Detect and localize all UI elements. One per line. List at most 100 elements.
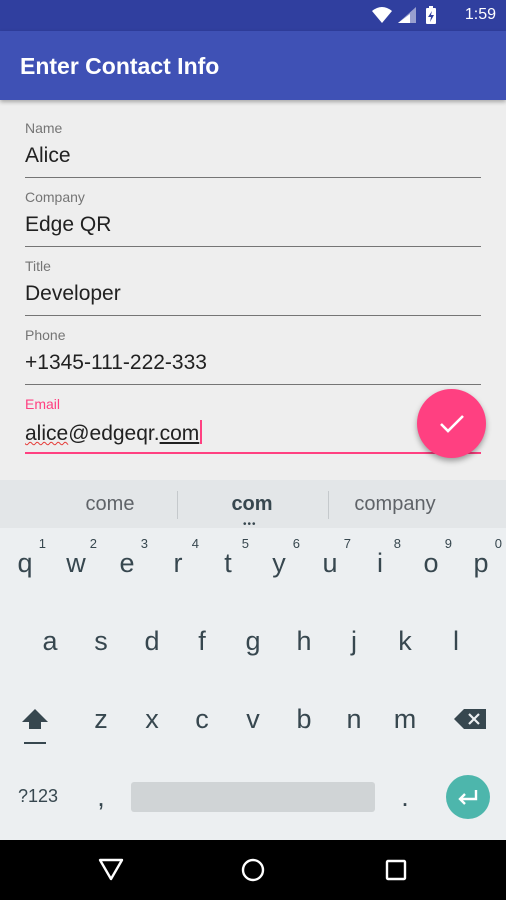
key-l[interactable]: l	[431, 606, 481, 676]
key-n[interactable]: n	[329, 684, 379, 754]
phone-field[interactable]: Phone +1345-111-222-333	[25, 327, 481, 396]
key-label: v	[246, 704, 260, 734]
key-z[interactable]: z	[76, 684, 126, 754]
name-underline	[25, 177, 481, 178]
symbols-key[interactable]: ?123	[13, 762, 63, 832]
key-label: f	[198, 626, 206, 656]
key-a[interactable]: a	[25, 606, 75, 676]
back-icon[interactable]	[96, 856, 126, 884]
key-u[interactable]: 7u	[305, 528, 355, 598]
suggestion-right[interactable]: company	[311, 480, 479, 528]
key-f[interactable]: f	[177, 606, 227, 676]
key-g[interactable]: g	[228, 606, 278, 676]
key-label: o	[423, 548, 439, 578]
email-underline	[25, 452, 481, 454]
key-label: i	[377, 548, 383, 578]
name-field[interactable]: Name Alice	[25, 120, 481, 189]
signal-icon	[398, 7, 416, 23]
email-label: Email	[25, 396, 61, 412]
key-s[interactable]: s	[76, 606, 126, 676]
email-composing-text: com	[159, 422, 200, 445]
page-title: Enter Contact Info	[20, 53, 220, 79]
space-key[interactable]	[131, 782, 375, 812]
key-o[interactable]: 9o	[406, 528, 456, 598]
key-m[interactable]: m	[380, 684, 430, 754]
name-input[interactable]: Alice	[25, 144, 71, 168]
backspace-key[interactable]	[446, 684, 496, 754]
enter-key[interactable]	[446, 775, 490, 819]
key-label: m	[393, 704, 417, 734]
suggestion-strip: come com ••• company	[0, 480, 506, 530]
title-field[interactable]: Title Developer	[25, 258, 481, 327]
key-q[interactable]: 1q	[0, 528, 50, 598]
key-label: l	[453, 626, 459, 656]
key-w[interactable]: 2w	[51, 528, 101, 598]
key-label: g	[245, 626, 261, 656]
key-label: r	[173, 548, 183, 578]
backspace-icon	[454, 709, 486, 729]
key-k[interactable]: k	[380, 606, 430, 676]
key-comma[interactable]: ,	[76, 762, 126, 832]
shift-icon	[22, 709, 48, 744]
status-icons	[372, 6, 436, 24]
status-time: 1:59	[464, 6, 496, 23]
key-t[interactable]: 5t	[203, 528, 253, 598]
key-label: u	[322, 548, 338, 578]
key-v[interactable]: v	[228, 684, 278, 754]
status-bar: 1:59	[0, 0, 506, 31]
phone-label: Phone	[25, 327, 66, 343]
key-j[interactable]: j	[329, 606, 379, 676]
company-underline	[25, 246, 481, 247]
app-bar: Enter Contact Info	[0, 31, 506, 100]
key-label: b	[296, 704, 312, 734]
key-label: q	[17, 548, 33, 578]
text-caret	[200, 420, 203, 444]
key-label: n	[346, 704, 362, 734]
save-fab-button[interactable]	[417, 389, 486, 458]
key-e[interactable]: 3e	[102, 528, 152, 598]
key-label: z	[94, 704, 108, 734]
key-c[interactable]: c	[177, 684, 227, 754]
key-label: w	[66, 548, 86, 578]
key-label: t	[224, 548, 232, 578]
title-input[interactable]: Developer	[25, 282, 121, 306]
key-label: x	[145, 704, 159, 734]
navigation-bar	[0, 840, 506, 900]
phone-underline	[25, 384, 481, 385]
enter-icon	[458, 790, 478, 805]
key-i[interactable]: 8i	[355, 528, 405, 598]
key-h[interactable]: h	[279, 606, 329, 676]
key-d[interactable]: d	[127, 606, 177, 676]
key-label: .	[401, 782, 409, 812]
key-label: h	[296, 626, 312, 656]
home-icon[interactable]	[240, 857, 266, 883]
key-b[interactable]: b	[279, 684, 329, 754]
key-label: ?123	[17, 786, 59, 806]
email-text-part: @edgeqr.	[68, 422, 160, 445]
key-label: k	[398, 626, 412, 656]
key-x[interactable]: x	[127, 684, 177, 754]
soft-keyboard: 1q 2w 3e 4r 5t 6y 7u 8i 9o 0p a s d f g …	[0, 528, 506, 840]
recents-icon[interactable]	[384, 858, 408, 882]
wifi-icon	[372, 7, 392, 23]
shift-key[interactable]	[10, 684, 60, 754]
battery-charging-icon	[426, 6, 436, 24]
key-label: ,	[97, 782, 105, 812]
email-field[interactable]: Email alice@edgeqr.com	[25, 396, 481, 465]
key-label: j	[351, 626, 357, 656]
check-icon	[439, 414, 464, 433]
phone-input[interactable]: +1345-111-222-333	[25, 351, 207, 375]
key-label: e	[119, 548, 135, 578]
key-label: c	[195, 704, 209, 734]
key-y[interactable]: 6y	[254, 528, 304, 598]
key-period[interactable]: .	[380, 762, 430, 832]
key-label: a	[42, 626, 58, 656]
title-label: Title	[25, 258, 51, 274]
title-underline	[25, 315, 481, 316]
key-r[interactable]: 4r	[153, 528, 203, 598]
key-label: y	[272, 548, 286, 578]
email-input[interactable]: alice@edgeqr.com	[25, 420, 203, 446]
company-input[interactable]: Edge QR	[25, 213, 111, 237]
key-p[interactable]: 0p	[456, 528, 506, 598]
company-field[interactable]: Company Edge QR	[25, 189, 481, 258]
